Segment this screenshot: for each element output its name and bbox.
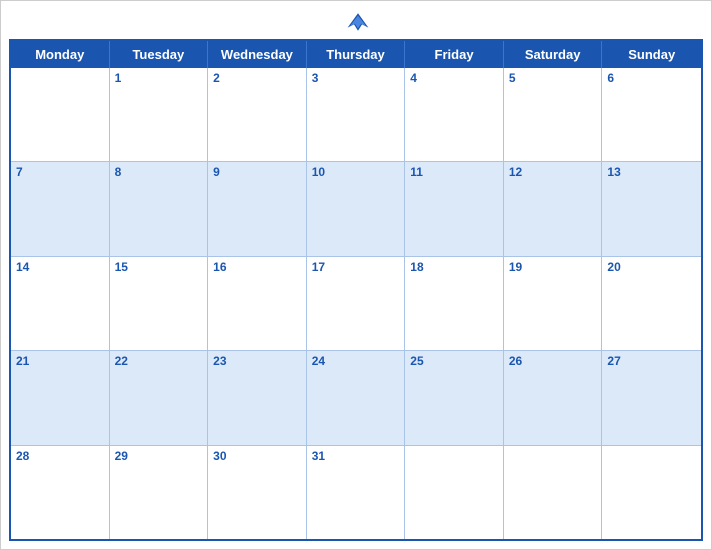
day-headers-row: MondayTuesdayWednesdayThursdayFridaySatu… — [11, 41, 701, 68]
day-cell: 18 — [405, 257, 504, 350]
day-cell: 19 — [504, 257, 603, 350]
day-cell — [11, 68, 110, 161]
day-number: 10 — [312, 165, 400, 181]
day-number: 27 — [607, 354, 696, 370]
day-number: 31 — [312, 449, 400, 465]
day-number: 5 — [509, 71, 597, 87]
day-number: 2 — [213, 71, 301, 87]
day-cell: 27 — [602, 351, 701, 444]
day-number: 11 — [410, 165, 498, 181]
week-row-5: 28 29 30 31 — [11, 446, 701, 539]
day-number: 26 — [509, 354, 597, 370]
day-number: 1 — [115, 71, 203, 87]
weeks-container: 1234567891011121314151617181920212223242… — [11, 68, 701, 539]
day-cell: 13 — [602, 162, 701, 255]
day-header-friday: Friday — [405, 41, 504, 68]
day-number: 21 — [16, 354, 104, 370]
day-number: 23 — [213, 354, 301, 370]
day-header-sunday: Sunday — [602, 41, 701, 68]
day-number: 14 — [16, 260, 104, 276]
week-row-4: 21 22 23 24 25 26 27 — [11, 351, 701, 445]
day-cell: 7 — [11, 162, 110, 255]
week-row-1: 123456 — [11, 68, 701, 162]
day-cell — [405, 446, 504, 539]
day-number: 17 — [312, 260, 400, 276]
day-number: 3 — [312, 71, 400, 87]
day-number: 7 — [16, 165, 104, 181]
day-cell: 26 — [504, 351, 603, 444]
logo — [342, 11, 370, 33]
day-number: 4 — [410, 71, 498, 87]
day-number: 9 — [213, 165, 301, 181]
calendar-header — [1, 1, 711, 39]
day-cell: 4 — [405, 68, 504, 161]
week-row-3: 14 15 16 17 18 19 20 — [11, 257, 701, 351]
day-cell: 6 — [602, 68, 701, 161]
day-cell: 11 — [405, 162, 504, 255]
day-cell: 30 — [208, 446, 307, 539]
calendar-container: MondayTuesdayWednesdayThursdayFridaySatu… — [0, 0, 712, 550]
day-cell: 14 — [11, 257, 110, 350]
day-cell: 24 — [307, 351, 406, 444]
day-number: 24 — [312, 354, 400, 370]
day-number: 22 — [115, 354, 203, 370]
day-number: 28 — [16, 449, 104, 465]
day-number: 6 — [607, 71, 696, 87]
day-cell — [504, 446, 603, 539]
day-number: 20 — [607, 260, 696, 276]
day-number: 13 — [607, 165, 696, 181]
day-cell: 12 — [504, 162, 603, 255]
day-cell: 21 — [11, 351, 110, 444]
day-cell: 17 — [307, 257, 406, 350]
day-cell: 22 — [110, 351, 209, 444]
calendar-grid: MondayTuesdayWednesdayThursdayFridaySatu… — [9, 39, 703, 541]
day-header-monday: Monday — [11, 41, 110, 68]
day-number: 30 — [213, 449, 301, 465]
day-cell: 8 — [110, 162, 209, 255]
day-cell: 3 — [307, 68, 406, 161]
day-cell: 2 — [208, 68, 307, 161]
day-cell: 28 — [11, 446, 110, 539]
day-cell: 9 — [208, 162, 307, 255]
day-cell: 23 — [208, 351, 307, 444]
logo-bird-icon — [346, 11, 370, 33]
day-cell: 16 — [208, 257, 307, 350]
day-cell: 20 — [602, 257, 701, 350]
day-number: 29 — [115, 449, 203, 465]
day-number: 15 — [115, 260, 203, 276]
day-cell: 1 — [110, 68, 209, 161]
day-cell: 25 — [405, 351, 504, 444]
day-cell: 31 — [307, 446, 406, 539]
day-number: 8 — [115, 165, 203, 181]
day-header-tuesday: Tuesday — [110, 41, 209, 68]
day-header-wednesday: Wednesday — [208, 41, 307, 68]
day-cell: 5 — [504, 68, 603, 161]
day-cell — [602, 446, 701, 539]
day-header-thursday: Thursday — [307, 41, 406, 68]
week-row-2: 789 10 11 12 13 — [11, 162, 701, 256]
day-header-saturday: Saturday — [504, 41, 603, 68]
day-number: 18 — [410, 260, 498, 276]
day-cell: 15 — [110, 257, 209, 350]
day-number: 16 — [213, 260, 301, 276]
day-number: 19 — [509, 260, 597, 276]
day-number: 12 — [509, 165, 597, 181]
day-cell: 29 — [110, 446, 209, 539]
day-number: 25 — [410, 354, 498, 370]
day-cell: 10 — [307, 162, 406, 255]
